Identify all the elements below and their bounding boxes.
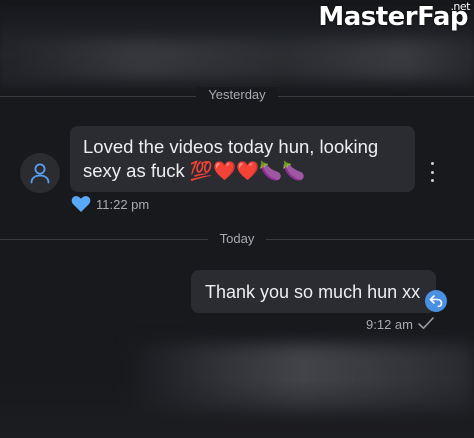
contact-avatar[interactable] <box>20 153 60 193</box>
watermark-brand: MasterFap <box>318 2 468 32</box>
incoming-message-bubble[interactable]: Loved the videos today hun, looking sexy… <box>70 126 415 192</box>
footer-fade <box>0 380 474 438</box>
watermark-suffix: .net <box>450 0 470 13</box>
outgoing-timestamp: 9:12 am <box>366 317 413 332</box>
user-icon <box>30 163 50 184</box>
date-label-today: Today <box>207 231 267 246</box>
outgoing-message-text: Thank you so much hun xx <box>205 282 421 302</box>
incoming-message-text: Loved the videos today hun, looking sexy… <box>83 136 379 181</box>
watermark-logo: MasterFap .net <box>318 0 470 32</box>
more-vertical-icon[interactable] <box>424 162 440 182</box>
outgoing-message-bubble[interactable]: Thank you so much hun xx <box>191 270 436 313</box>
reply-icon[interactable] <box>425 290 447 312</box>
date-divider-yesterday: Yesterday <box>0 87 474 102</box>
date-label-yesterday: Yesterday <box>196 87 278 102</box>
incoming-timestamp: 11:22 pm <box>96 197 150 212</box>
check-icon <box>417 315 435 336</box>
date-divider-today: Today <box>0 231 474 246</box>
heart-icon[interactable] <box>71 195 91 218</box>
